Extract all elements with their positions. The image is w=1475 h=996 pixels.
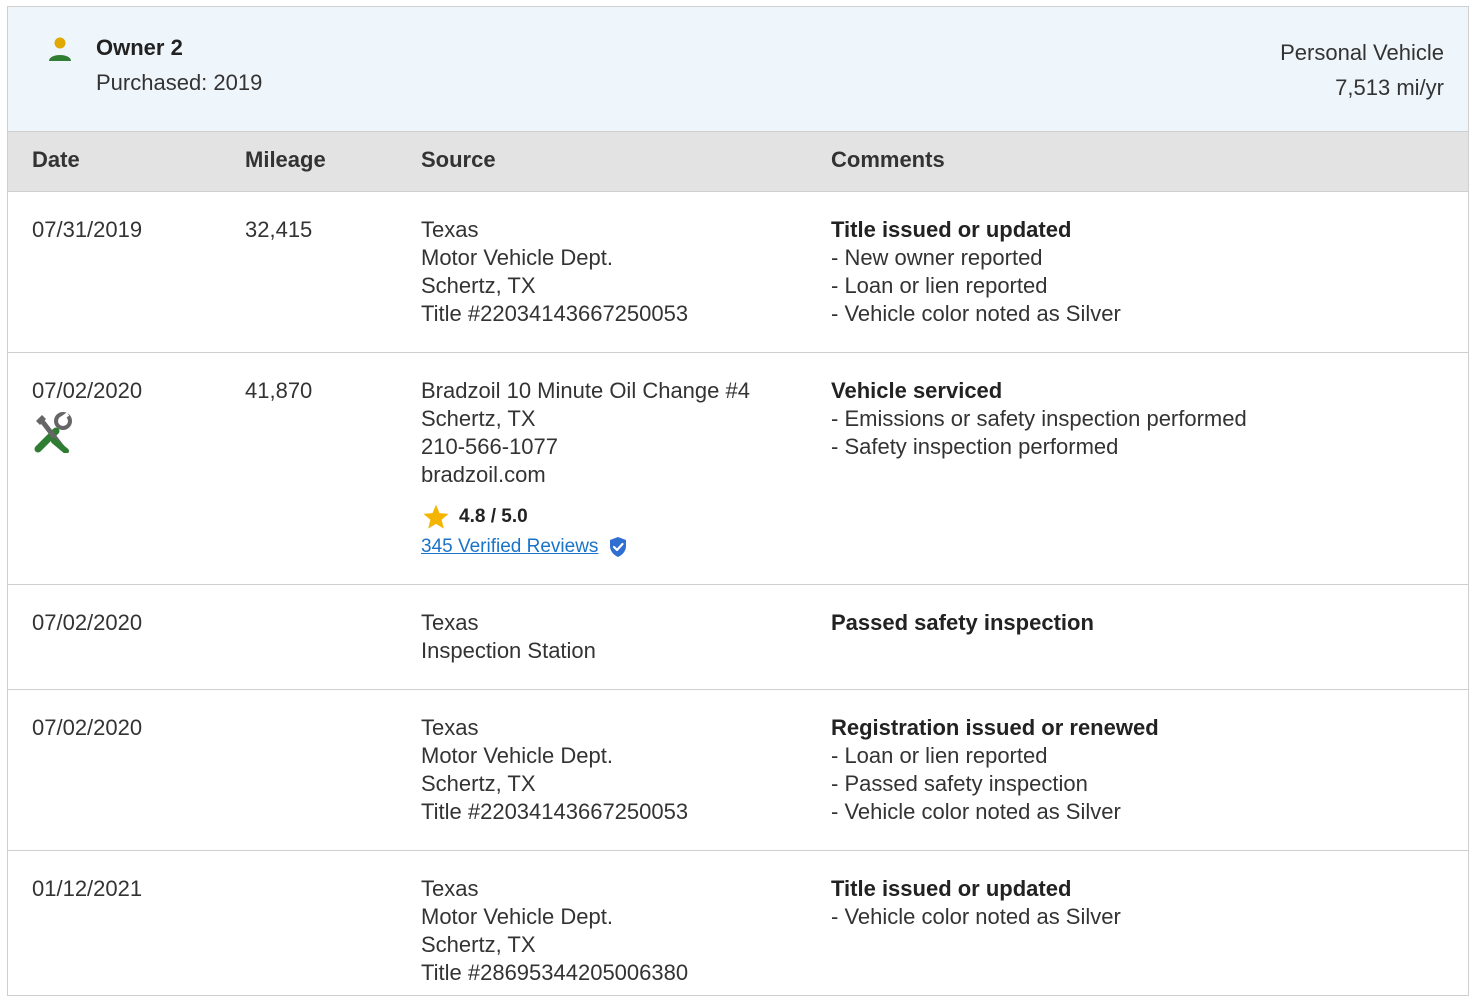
table-row: 07/02/2020 Texas Motor Vehicle Dept. Sch… xyxy=(8,690,1468,851)
row-date: 07/31/2019 xyxy=(32,217,143,242)
header-comments: Comments xyxy=(831,147,945,172)
source-line: Texas xyxy=(421,217,479,242)
owner-header: Owner 2 Purchased: 2019 Personal Vehicle… xyxy=(8,7,1468,132)
source-line: Title #22034143667250053 xyxy=(421,799,689,824)
table-row: 07/31/2019 32,415 Texas Motor Vehicle De… xyxy=(8,192,1468,353)
source-line: Motor Vehicle Dept. xyxy=(421,245,613,270)
row-comments: Registration issued or renewed - Loan or… xyxy=(831,714,1451,826)
owner-usage: Personal Vehicle 7,513 mi/yr xyxy=(1280,35,1444,105)
verified-shield-icon xyxy=(610,537,627,557)
owner-purchased: Purchased: 2019 xyxy=(96,70,263,95)
comment-title: Registration issued or renewed xyxy=(831,715,1159,740)
rating-value: 4.8 / 5.0 xyxy=(459,506,528,527)
row-source: Texas Inspection Station xyxy=(421,609,821,665)
comment-line: - Passed safety inspection xyxy=(831,771,1088,796)
comment-title: Title issued or updated xyxy=(831,876,1072,901)
source-line: 210-566-1077 xyxy=(421,434,559,459)
table-row: 07/02/2020 41,870 Bradzoil 10 Minute Oil… xyxy=(8,353,1468,585)
comment-title: Vehicle serviced xyxy=(831,378,1003,403)
source-line: Motor Vehicle Dept. xyxy=(421,743,613,768)
source-line: Motor Vehicle Dept. xyxy=(421,904,613,929)
row-source: Texas Motor Vehicle Dept. Schertz, TX Ti… xyxy=(421,216,821,328)
row-date: 07/02/2020 xyxy=(32,610,143,635)
source-line: Bradzoil 10 Minute Oil Change #4 xyxy=(421,378,750,403)
source-line: Inspection Station xyxy=(421,638,596,663)
verified-reviews-link[interactable]: 345 Verified Reviews xyxy=(421,533,598,561)
comment-line: - New owner reported xyxy=(831,245,1043,270)
row-mileage: 32,415 xyxy=(245,217,313,242)
comment-title: Passed safety inspection xyxy=(831,610,1094,635)
mileage-per-year: 7,513 mi/yr xyxy=(1335,75,1444,100)
rating: 4.8 / 5.0 xyxy=(421,503,821,531)
source-line: Texas xyxy=(421,876,479,901)
owner-title: Owner 2 xyxy=(96,35,183,60)
comment-line: - Safety inspection performed xyxy=(831,434,1119,459)
source-line: Texas xyxy=(421,610,479,635)
comment-title: Title issued or updated xyxy=(831,217,1072,242)
person-icon xyxy=(49,37,71,61)
star-icon xyxy=(423,504,449,529)
comment-line: - Vehicle color noted as Silver xyxy=(831,904,1121,929)
source-line: Title #28695344205006380 xyxy=(421,960,689,985)
service-tools-icon xyxy=(34,412,72,453)
source-line: Schertz, TX xyxy=(421,406,536,431)
source-line: Schertz, TX xyxy=(421,273,536,298)
comment-line: - Vehicle color noted as Silver xyxy=(831,799,1121,824)
row-comments: Vehicle serviced - Emissions or safety i… xyxy=(831,377,1451,461)
comment-line: - Loan or lien reported xyxy=(831,273,1048,298)
row-mileage: 41,870 xyxy=(245,378,313,403)
row-date: 01/12/2021 xyxy=(32,876,143,901)
header-mileage: Mileage xyxy=(245,147,326,172)
source-line: Schertz, TX xyxy=(421,932,536,957)
source-line: bradzoil.com xyxy=(421,462,546,487)
row-source: Texas Motor Vehicle Dept. Schertz, TX Ti… xyxy=(421,714,821,826)
header-source: Source xyxy=(421,147,496,172)
reviews: 345 Verified Reviews xyxy=(421,533,821,561)
row-comments: Passed safety inspection xyxy=(831,609,1451,637)
comment-line: - Loan or lien reported xyxy=(831,743,1048,768)
row-source: Bradzoil 10 Minute Oil Change #4 Schertz… xyxy=(421,377,821,561)
row-date-cell: 07/02/2020 xyxy=(32,377,142,453)
row-date: 07/02/2020 xyxy=(32,378,143,403)
source-line: Schertz, TX xyxy=(421,771,536,796)
source-line: Texas xyxy=(421,715,479,740)
comment-line: - Emissions or safety inspection perform… xyxy=(831,406,1247,431)
source-line: Title #22034143667250053 xyxy=(421,301,689,326)
table-row: 07/02/2020 Texas Inspection Station Pass… xyxy=(8,585,1468,690)
row-comments: Title issued or updated - Vehicle color … xyxy=(831,875,1451,931)
owner-history-card: Owner 2 Purchased: 2019 Personal Vehicle… xyxy=(7,6,1469,996)
comment-line: - Vehicle color noted as Silver xyxy=(831,301,1121,326)
row-comments: Title issued or updated - New owner repo… xyxy=(831,216,1451,328)
table-row: 01/12/2021 Texas Motor Vehicle Dept. Sch… xyxy=(8,851,1468,995)
row-date: 07/02/2020 xyxy=(32,715,143,740)
header-date: Date xyxy=(32,147,80,172)
vehicle-type: Personal Vehicle xyxy=(1280,40,1444,65)
table-header: Date Mileage Source Comments xyxy=(8,132,1468,192)
row-source: Texas Motor Vehicle Dept. Schertz, TX Ti… xyxy=(421,875,821,987)
